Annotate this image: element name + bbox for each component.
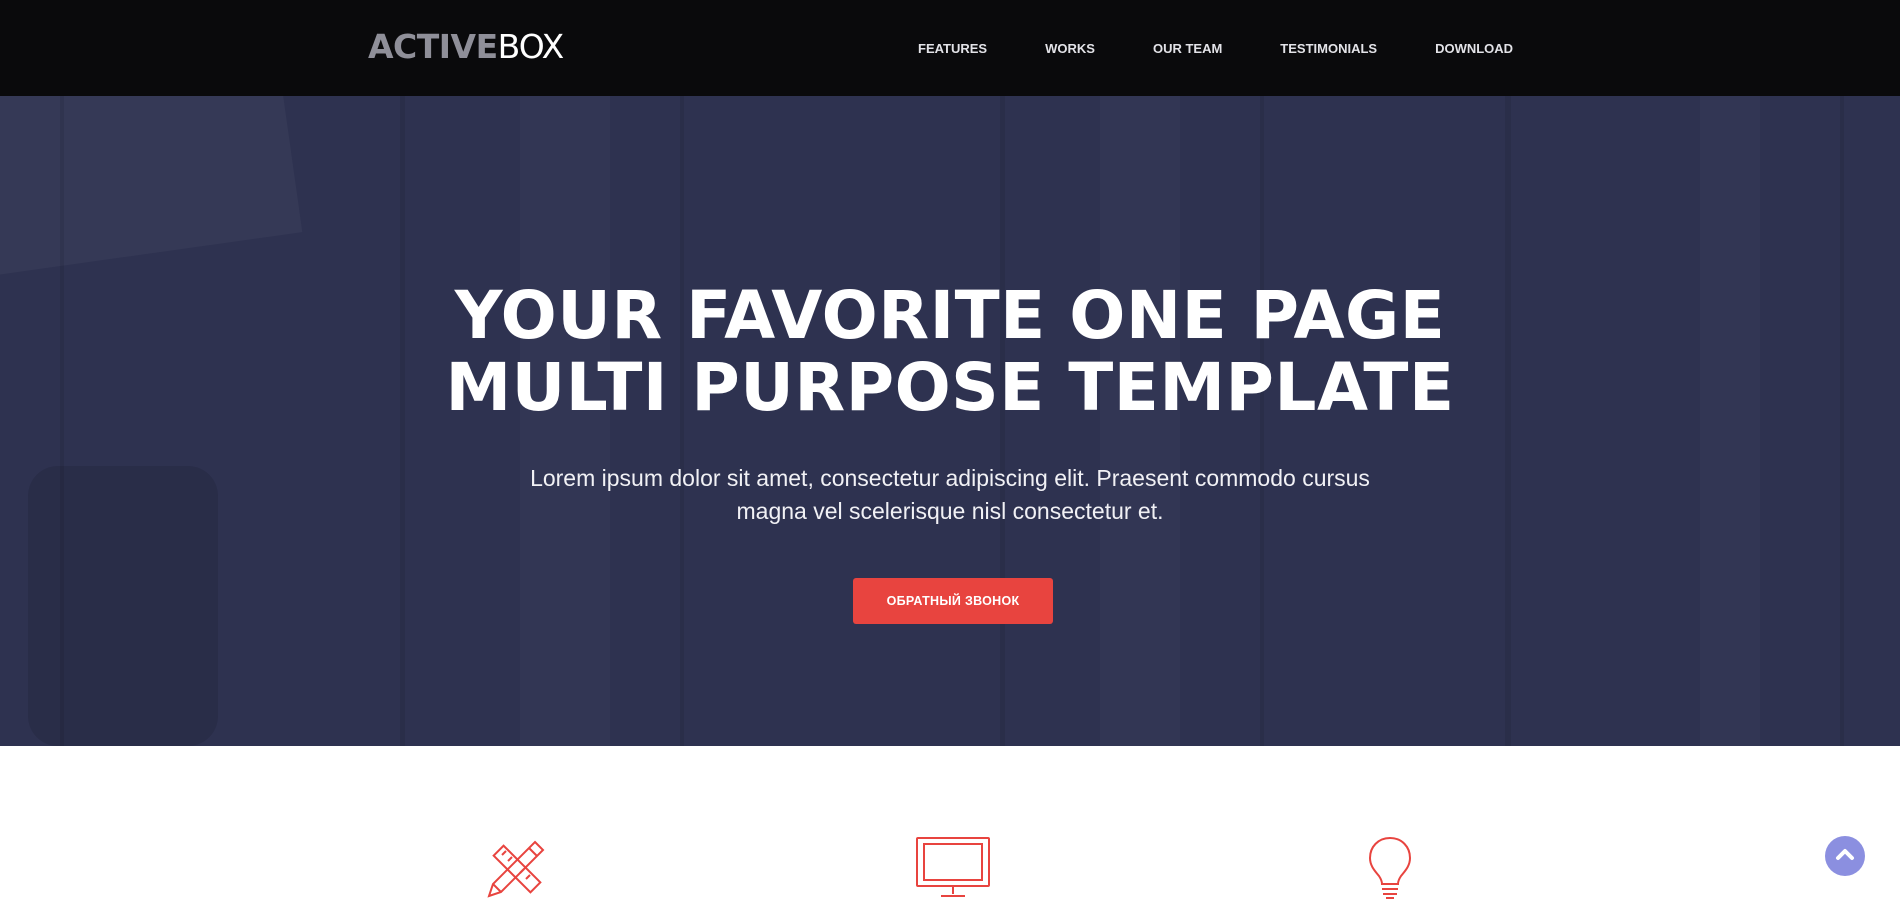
hero-title-line-2: MULTI PURPOSE TEMPLATE	[445, 349, 1455, 426]
hero-title-line-1: YOUR FAVORITE ONE PAGE	[454, 277, 1446, 354]
logo-thin-text: BOX	[497, 26, 565, 66]
scroll-to-top-button[interactable]	[1825, 836, 1865, 876]
monitor-icon	[915, 836, 991, 900]
top-navbar: ACTIVE BOX FEATURES WORKS OUR TEAM TESTIM…	[0, 0, 1900, 96]
nav-item-download[interactable]: DOWNLOAD	[1435, 41, 1513, 56]
main-nav: FEATURES WORKS OUR TEAM TESTIMONIALS DOW…	[918, 0, 1513, 96]
hero-section: YOUR FAVORITE ONE PAGE MULTI PURPOSE TEM…	[0, 96, 1900, 746]
hero-background-shape	[0, 96, 302, 278]
nav-item-testimonials[interactable]: TESTIMONIALS	[1280, 41, 1377, 56]
lightbulb-icon	[1368, 836, 1412, 900]
logo-bold-text: ACTIVE	[368, 26, 498, 66]
hero-subtitle-line-2: magna vel scelerisque nisl consectetur e…	[736, 498, 1164, 524]
hero-background-shape	[28, 466, 218, 746]
chevron-up-icon	[1835, 847, 1855, 866]
hero-subtitle-line-1: Lorem ipsum dolor sit amet, consectetur …	[530, 465, 1370, 491]
site-logo[interactable]: ACTIVE BOX	[368, 24, 565, 68]
nav-item-works[interactable]: WORKS	[1045, 41, 1095, 56]
nav-item-features[interactable]: FEATURES	[918, 41, 987, 56]
nav-item-our-team[interactable]: OUR TEAM	[1153, 41, 1222, 56]
hero-subtitle: Lorem ipsum dolor sit amet, consectetur …	[520, 462, 1380, 528]
hero-title: YOUR FAVORITE ONE PAGE MULTI PURPOSE TEM…	[0, 280, 1900, 424]
callback-button[interactable]: ОБРАТНЫЙ ЗВОНОК	[853, 578, 1053, 624]
pencil-ruler-icon	[485, 836, 547, 900]
